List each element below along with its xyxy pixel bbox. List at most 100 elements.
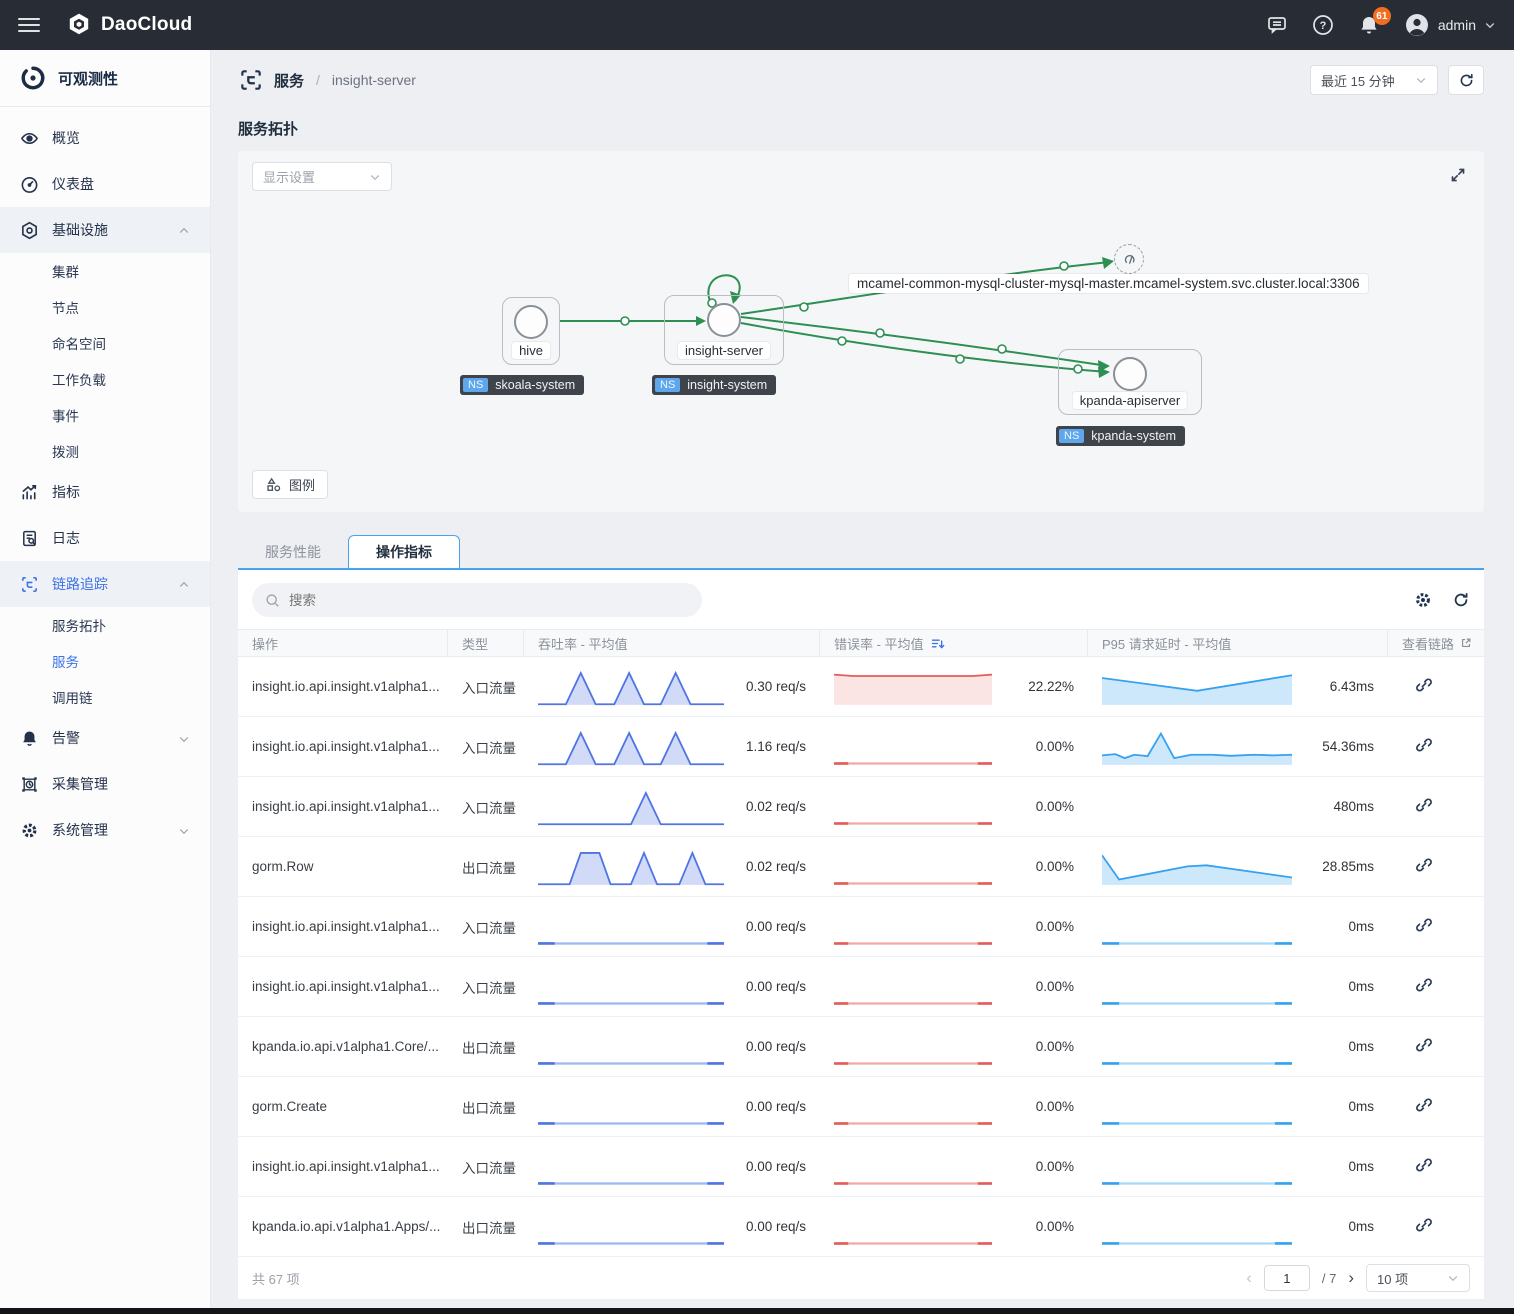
p95-latency-sparkline <box>1102 906 1292 948</box>
sidebar-subitem[interactable]: 调用链 <box>0 679 210 715</box>
next-page-icon[interactable]: › <box>1348 1268 1354 1288</box>
node-external-mysql[interactable] <box>1114 244 1144 274</box>
throughput-cell: 0.00 req/s <box>524 957 820 1016</box>
sidebar-item[interactable]: 概览 <box>0 115 210 161</box>
view-trace-link-icon[interactable] <box>1414 975 1434 995</box>
table-row[interactable]: kpanda.io.api.v1alpha1.Core/... 出口流量 0.0… <box>238 1017 1484 1077</box>
sidebar-subitem[interactable]: 事件 <box>0 397 210 433</box>
col-error-rate[interactable]: 错误率 - 平均值 <box>820 630 1088 656</box>
help-icon[interactable]: ? <box>1312 14 1334 36</box>
type-cell: 入口流量 <box>448 1157 524 1177</box>
error-rate-value: 0.00% <box>1000 739 1074 754</box>
type-cell: 出口流量 <box>448 1217 524 1237</box>
throughput-cell: 0.00 req/s <box>524 1137 820 1196</box>
col-p95-latency[interactable]: P95 请求延时 - 平均值 <box>1088 630 1388 656</box>
sidebar-item[interactable]: 基础设施 <box>0 207 210 253</box>
throughput-value: 0.00 req/s <box>732 1099 806 1114</box>
sidebar-subitem[interactable]: 拨测 <box>0 433 210 469</box>
external-service-label[interactable]: mcamel-common-mysql-cluster-mysql-master… <box>849 274 1368 293</box>
view-trace-link-icon[interactable] <box>1414 1155 1434 1175</box>
breadcrumb-section[interactable]: 服务 <box>274 70 304 91</box>
view-trace-link-icon[interactable] <box>1414 735 1434 755</box>
sidebar-subitem[interactable]: 工作负载 <box>0 361 210 397</box>
table-row[interactable]: kpanda.io.api.v1alpha1.Apps/... 出口流量 0.0… <box>238 1197 1484 1257</box>
view-trace-link-icon[interactable] <box>1414 1095 1434 1115</box>
table-row[interactable]: insight.io.api.insight.v1alpha1... 入口流量 … <box>238 957 1484 1017</box>
col-type[interactable]: 类型 <box>448 630 524 656</box>
service-topology-canvas[interactable]: 显示设置 hive NS skoala-system in <box>238 151 1484 512</box>
node-name: kpanda-apiserver <box>1073 392 1187 409</box>
node-kpanda-apiserver[interactable]: kpanda-apiserver <box>1058 349 1202 415</box>
table-settings-gear-icon[interactable] <box>1414 591 1432 609</box>
view-trace-link-icon[interactable] <box>1414 1215 1434 1235</box>
table-refresh-icon[interactable] <box>1452 591 1470 609</box>
table-row[interactable]: gorm.Create 出口流量 0.00 req/s 0.00% 0ms <box>238 1077 1484 1137</box>
view-trace-link-icon[interactable] <box>1414 795 1434 815</box>
p95-latency-cell: 0ms <box>1088 1017 1388 1076</box>
p95-latency-value: 28.85ms <box>1300 859 1374 874</box>
search-input[interactable] <box>289 593 689 608</box>
error-rate-sparkline <box>834 1146 992 1188</box>
sidebar-item[interactable]: 指标 <box>0 469 210 515</box>
view-trace-link-icon[interactable] <box>1414 915 1434 935</box>
node-circle <box>1113 357 1147 391</box>
sidebar-subitem[interactable]: 节点 <box>0 289 210 325</box>
refresh-button[interactable] <box>1448 65 1484 95</box>
p95-latency-sparkline <box>1102 1146 1292 1188</box>
throughput-value: 0.00 req/s <box>732 1219 806 1234</box>
user-menu[interactable]: admin <box>1404 12 1496 38</box>
table-row[interactable]: insight.io.api.insight.v1alpha1... 入口流量 … <box>238 897 1484 957</box>
sidebar-item[interactable]: 采集管理 <box>0 761 210 807</box>
chat-icon[interactable] <box>1266 14 1288 36</box>
legend-button[interactable]: 图例 <box>252 470 328 499</box>
view-trace-link-icon[interactable] <box>1414 675 1434 695</box>
node-insight-server[interactable]: insight-server <box>664 295 784 365</box>
p95-latency-sparkline <box>1102 666 1292 708</box>
table-row[interactable]: gorm.Row 出口流量 0.02 req/s 0.00% 28.85ms <box>238 837 1484 897</box>
error-rate-sparkline <box>834 786 992 828</box>
sidebar-subitem[interactable]: 服务拓扑 <box>0 607 210 643</box>
chevron-down-icon <box>178 824 190 836</box>
fullscreen-icon[interactable] <box>1448 165 1468 185</box>
p95-latency-sparkline <box>1102 966 1292 1008</box>
view-trace-link-icon[interactable] <box>1414 855 1434 875</box>
col-operation[interactable]: 操作 <box>238 630 448 656</box>
p95-latency-sparkline <box>1102 1206 1292 1248</box>
page-size-select[interactable]: 10 项 <box>1366 1264 1470 1292</box>
sidebar-subitem[interactable]: 服务 <box>0 643 210 679</box>
sidebar-item[interactable]: 系统管理 <box>0 807 210 853</box>
prev-page-icon[interactable]: ‹ <box>1246 1268 1252 1288</box>
sidebar-item[interactable]: 仪表盘 <box>0 161 210 207</box>
menu-toggle-icon[interactable] <box>18 18 40 32</box>
sidebar-item[interactable]: 告警 <box>0 715 210 761</box>
table-row[interactable]: insight.io.api.insight.v1alpha1... 入口流量 … <box>238 777 1484 837</box>
table-row[interactable]: insight.io.api.insight.v1alpha1... 入口流量 … <box>238 1137 1484 1197</box>
throughput-value: 1.16 req/s <box>732 739 806 754</box>
sidebar-title: 可观测性 <box>58 68 118 89</box>
tab-operation-metrics[interactable]: 操作指标 <box>348 535 460 568</box>
p95-latency-cell: 0ms <box>1088 1137 1388 1196</box>
col-throughput[interactable]: 吞吐率 - 平均值 <box>524 630 820 656</box>
sidebar-header[interactable]: 可观测性 <box>0 50 210 107</box>
tab-service-performance[interactable]: 服务性能 <box>238 536 348 568</box>
sidebar-item[interactable]: 链路追踪 <box>0 561 210 607</box>
type-cell: 入口流量 <box>448 977 524 997</box>
sidebar-subitem[interactable]: 命名空间 <box>0 325 210 361</box>
view-trace-link-icon[interactable] <box>1414 1035 1434 1055</box>
page-total: / 7 <box>1322 1271 1336 1286</box>
table-row[interactable]: insight.io.api.insight.v1alpha1... 入口流量 … <box>238 717 1484 777</box>
sidebar-item[interactable]: 日志 <box>0 515 210 561</box>
notification-bell-icon[interactable]: 61 <box>1358 14 1380 36</box>
page-input[interactable] <box>1264 1265 1310 1291</box>
ns-tag: NS <box>655 378 680 392</box>
node-name: insight-server <box>678 342 770 359</box>
time-range-select[interactable]: 最近 15 分钟 <box>1310 65 1438 95</box>
sidebar-subitem[interactable]: 集群 <box>0 253 210 289</box>
table-row[interactable]: insight.io.api.insight.v1alpha1... 入口流量 … <box>238 657 1484 717</box>
node-hive[interactable]: hive <box>502 297 560 365</box>
sort-descending-icon[interactable] <box>930 636 945 651</box>
sidebar-menu: 概览仪表盘基础设施集群节点命名空间工作负载事件拨测指标日志链路追踪服务拓扑服务调… <box>0 107 210 853</box>
display-settings-select[interactable]: 显示设置 <box>252 162 392 191</box>
p95-latency-value: 0ms <box>1300 919 1374 934</box>
brand-logo[interactable]: DaoCloud <box>66 12 192 38</box>
